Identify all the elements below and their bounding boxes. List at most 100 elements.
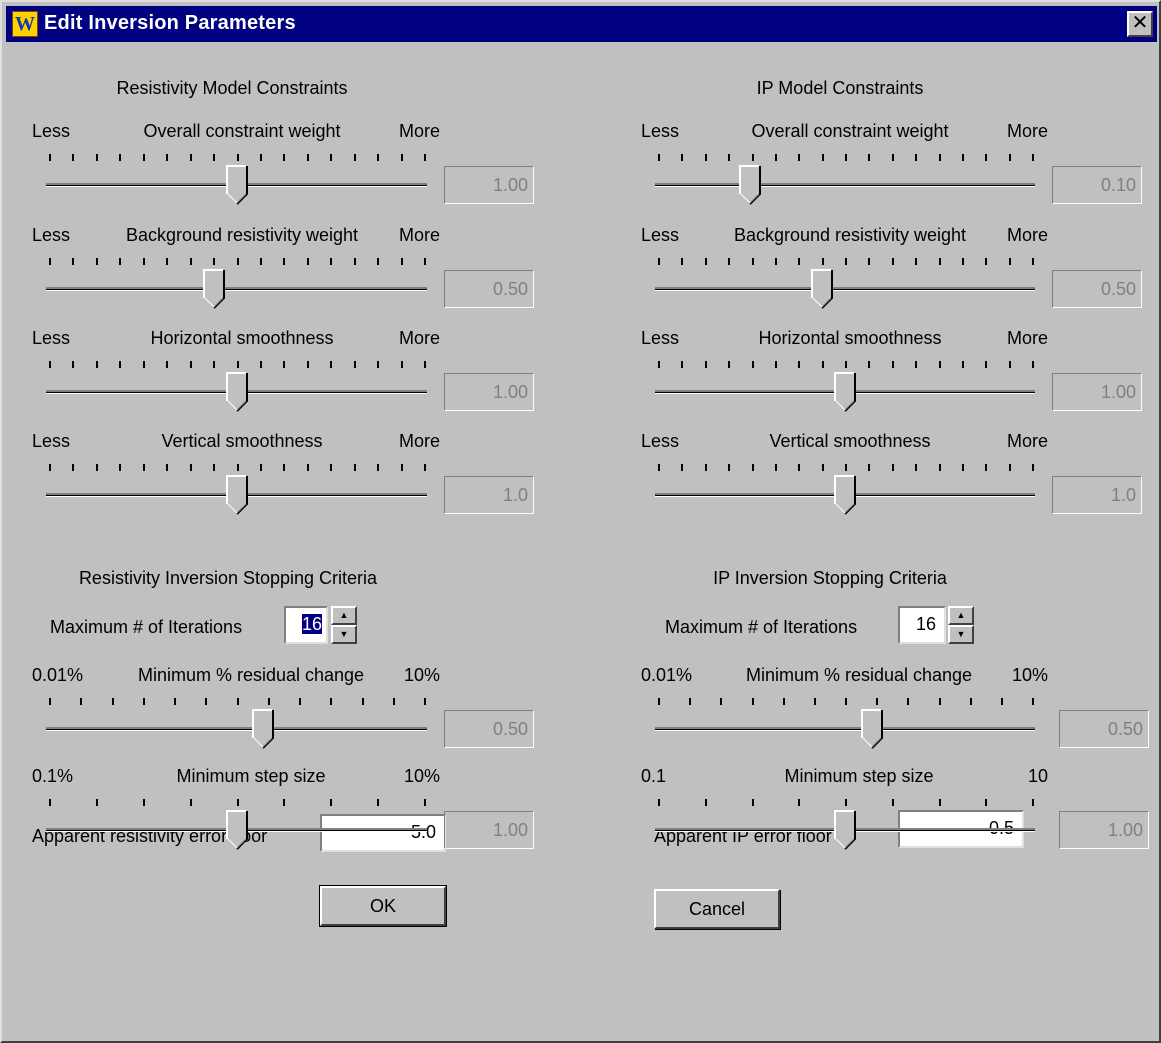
spin-down-button[interactable]: ▼: [948, 625, 974, 644]
slider-thumb[interactable]: [226, 372, 248, 412]
slider-tick: [985, 154, 987, 161]
slider-tick: [705, 361, 707, 368]
slider-max-label: More: [1006, 225, 1048, 245]
slider-tick: [939, 361, 941, 368]
slider-tick: [962, 464, 964, 471]
slider-tick: [775, 464, 777, 471]
slider-tick: [845, 258, 847, 265]
slider-tick: [213, 464, 215, 471]
slider-label: Horizontal smoothness: [758, 328, 942, 348]
slider-thumb[interactable]: [739, 165, 761, 205]
slider-tick: [96, 464, 98, 471]
slider-min-label: Less: [32, 328, 71, 348]
slider-ticks: [46, 154, 427, 162]
slider-tick: [424, 698, 426, 705]
cancel-button[interactable]: Cancel: [654, 889, 780, 929]
slider-tick: [658, 154, 660, 161]
slider-thumb[interactable]: [811, 269, 833, 309]
slider-tick: [237, 361, 239, 368]
slider-thumb[interactable]: [834, 372, 856, 412]
ip-iterations-spinner: ▲ ▼: [948, 606, 974, 644]
slider-tick: [424, 464, 426, 471]
slider-track[interactable]: [655, 287, 1035, 290]
spin-down-button[interactable]: ▼: [331, 625, 357, 644]
slider-tick: [354, 464, 356, 471]
slider-tick: [401, 258, 403, 265]
slider-tick: [868, 258, 870, 265]
slider-label: Overall constraint weight: [751, 121, 949, 141]
ok-button[interactable]: OK: [319, 885, 447, 927]
slider-tick: [658, 361, 660, 368]
slider-tick: [283, 464, 285, 471]
slider-tick: [798, 258, 800, 265]
slider-min-label: Less: [641, 431, 680, 451]
close-button[interactable]: ✕: [1127, 11, 1153, 37]
dialog-window: W Edit Inversion Parameters ✕ Resistivit…: [0, 0, 1161, 1043]
slider-tick: [166, 464, 168, 471]
slider-tick: [845, 154, 847, 161]
slider-tick: [401, 154, 403, 161]
slider-tick: [401, 361, 403, 368]
slider-thumb[interactable]: [834, 810, 856, 850]
slider-thumb[interactable]: [226, 475, 248, 515]
slider-tick: [330, 799, 332, 806]
slider-min-label: 0.1%: [32, 766, 74, 786]
slider-tick: [705, 464, 707, 471]
slider-max-label: More: [398, 225, 440, 245]
slider-tick: [892, 258, 894, 265]
slider-tick: [962, 361, 964, 368]
slider-track[interactable]: [655, 183, 1035, 186]
resistivity-iterations-input[interactable]: 16: [284, 606, 328, 644]
slider-value-field: 0.50: [444, 270, 534, 308]
slider-label: Background resistivity weight: [125, 225, 359, 245]
slider-track[interactable]: [46, 287, 427, 290]
slider-label: Vertical smoothness: [769, 431, 931, 451]
slider-tick: [96, 799, 98, 806]
slider-tick: [260, 464, 262, 471]
slider-max-label: More: [1006, 121, 1048, 141]
slider-tick: [814, 698, 816, 705]
slider-tick: [985, 464, 987, 471]
slider-tick: [190, 258, 192, 265]
slider-track[interactable]: [655, 727, 1035, 730]
slider-tick: [283, 361, 285, 368]
slider-tick: [424, 361, 426, 368]
resistivity-error-floor-input[interactable]: 5.0: [320, 814, 446, 852]
slider-thumb[interactable]: [834, 475, 856, 515]
slider-ticks: [655, 799, 1035, 807]
slider-thumb[interactable]: [226, 165, 248, 205]
slider-thumb[interactable]: [861, 709, 883, 749]
slider-tick: [915, 361, 917, 368]
slider-min-label: 0.01%: [32, 665, 84, 685]
spin-up-button[interactable]: ▲: [331, 606, 357, 625]
slider-tick: [143, 698, 145, 705]
slider-tick: [658, 799, 660, 806]
slider-tick: [49, 698, 51, 705]
slider-tick: [354, 154, 356, 161]
slider-tick: [752, 799, 754, 806]
slider-tick: [401, 464, 403, 471]
slider-thumb[interactable]: [203, 269, 225, 309]
slider-tick: [822, 464, 824, 471]
title-bar[interactable]: W Edit Inversion Parameters ✕: [6, 6, 1157, 42]
slider-tick: [213, 361, 215, 368]
slider-ticks: [46, 698, 427, 706]
slider-tick: [190, 361, 192, 368]
ip-iterations-input[interactable]: 16: [898, 606, 946, 644]
slider-max-label: More: [398, 121, 440, 141]
spin-up-button[interactable]: ▲: [948, 606, 974, 625]
slider-ticks: [655, 698, 1035, 706]
slider-tick: [213, 154, 215, 161]
slider-track[interactable]: [46, 727, 427, 730]
slider-thumb[interactable]: [252, 709, 274, 749]
slider-thumb[interactable]: [226, 810, 248, 850]
slider-tick: [143, 361, 145, 368]
slider-tick: [190, 464, 192, 471]
slider-tick: [49, 361, 51, 368]
slider-tick: [915, 258, 917, 265]
slider-ticks: [655, 464, 1035, 472]
slider-tick: [143, 258, 145, 265]
slider-ticks: [655, 258, 1035, 266]
slider-tick: [354, 258, 356, 265]
slider-tick: [362, 698, 364, 705]
